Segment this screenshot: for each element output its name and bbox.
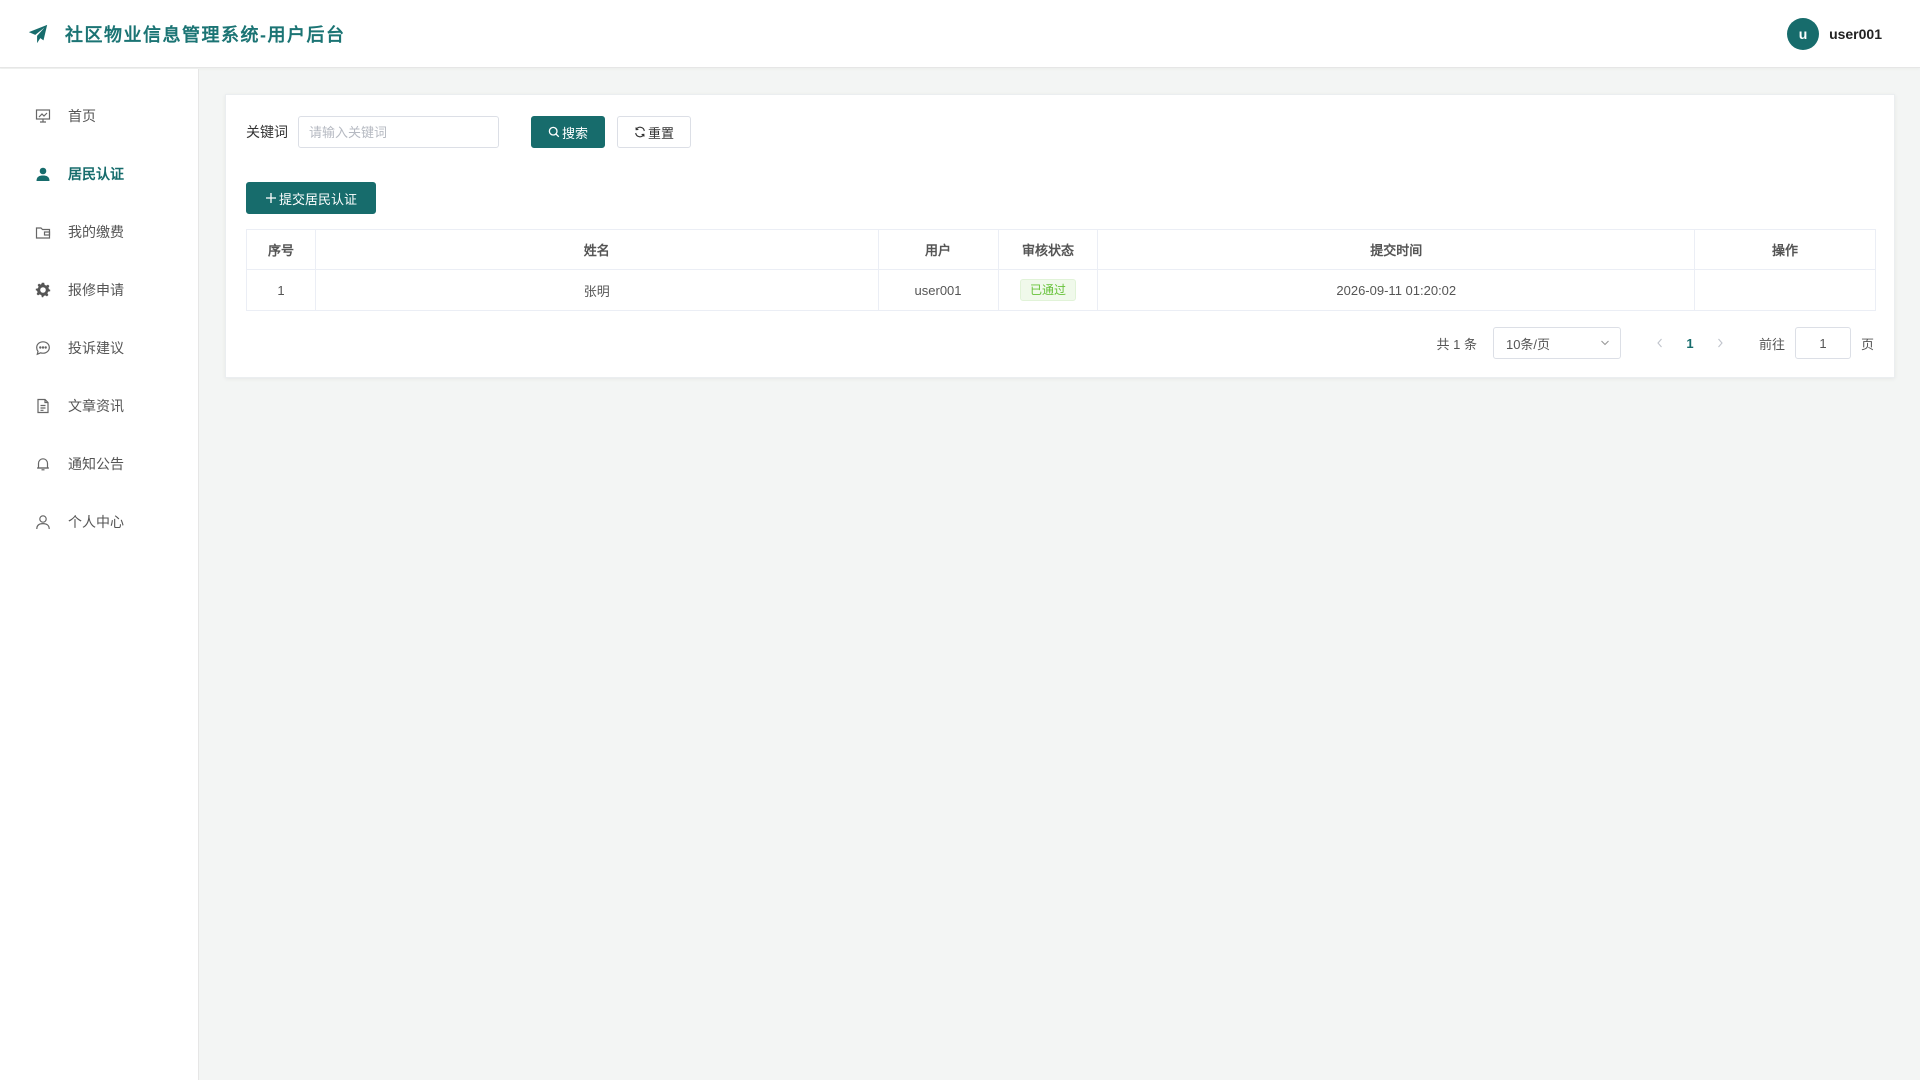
cell-user: user001 [877, 269, 999, 311]
page-number-current[interactable]: 1 [1673, 336, 1707, 351]
sidebar-item-label: 居民认证 [68, 166, 124, 182]
content-card: 关键词 搜索 重置 提交居民认证 [225, 94, 1895, 378]
gear-icon [34, 281, 52, 299]
column-header-status: 审核状态 [997, 229, 1099, 270]
next-page-button[interactable] [1707, 338, 1733, 348]
sidebar-item-complaints[interactable]: 投诉建议 [0, 319, 198, 377]
sidebar-item-label: 我的缴费 [68, 224, 124, 240]
cell-status: 已通过 [997, 269, 1099, 311]
search-label: 关键词 [246, 124, 288, 140]
sidebar-item-label: 通知公告 [68, 456, 124, 472]
sidebar-item-home[interactable]: 首页 [0, 87, 198, 145]
bell-icon [34, 455, 52, 473]
username[interactable]: user001 [1829, 26, 1882, 42]
user-filled-icon [34, 165, 52, 183]
sidebar-item-label: 投诉建议 [68, 340, 124, 356]
sidebar-item-personal-center[interactable]: 个人中心 [0, 493, 198, 551]
column-header-submitted-at: 提交时间 [1097, 229, 1696, 270]
sidebar-item-repair-request[interactable]: 报修申请 [0, 261, 198, 319]
top-header: 社区物业信息管理系统-用户后台 u user001 [0, 0, 1920, 68]
search-input[interactable] [298, 116, 499, 148]
table-header-row: 序号 姓名 用户 审核状态 提交时间 操作 [246, 229, 1876, 270]
chevron-down-icon [1600, 336, 1610, 351]
jump-suffix: 页 [1860, 336, 1874, 352]
document-icon [34, 397, 52, 415]
prev-page-button[interactable] [1647, 338, 1673, 348]
jump-label: 前往 [1758, 336, 1785, 352]
cell-name: 张明 [314, 269, 879, 311]
search-bar: 关键词 搜索 重置 [246, 116, 691, 148]
search-icon [548, 126, 560, 138]
sidebar: 首页 居民认证 我的缴费 报修申请 投诉建议 文章资讯 通知公告 个人中心 [0, 69, 199, 1080]
sidebar-item-articles[interactable]: 文章资讯 [0, 377, 198, 435]
sidebar-item-label: 文章资讯 [68, 398, 124, 414]
column-header-index: 序号 [246, 229, 316, 270]
page-size-select[interactable]: 10条/页 [1492, 327, 1621, 359]
avatar[interactable]: u [1787, 17, 1820, 50]
reset-button-label: 重置 [647, 125, 674, 141]
column-header-user: 用户 [877, 229, 999, 270]
status-badge: 已通过 [1019, 279, 1076, 301]
verification-table: 序号 姓名 用户 审核状态 提交时间 操作 1 张明 user001 已通过 2… [246, 229, 1876, 311]
user-menu[interactable]: u user001 [1787, 17, 1882, 50]
cell-actions [1694, 269, 1876, 311]
sidebar-item-label: 个人中心 [68, 514, 124, 530]
plus-icon [265, 192, 277, 204]
table-row[interactable]: 1 张明 user001 已通过 2026-09-11 01:20:02 [246, 269, 1876, 311]
cell-index: 1 [246, 269, 316, 311]
cell-submitted-at: 2026-09-11 01:20:02 [1097, 269, 1696, 311]
column-header-name: 姓名 [314, 229, 879, 270]
user-outline-icon [34, 513, 52, 531]
page-size-value: 10条/页 [1505, 336, 1551, 352]
search-button-label: 搜索 [561, 125, 588, 141]
column-header-actions: 操作 [1694, 229, 1876, 270]
sidebar-item-label: 首页 [68, 108, 96, 124]
chat-bubble-icon [34, 339, 52, 357]
sidebar-item-label: 报修申请 [68, 282, 124, 298]
search-button[interactable]: 搜索 [531, 116, 605, 148]
submit-verification-label: 提交居民认证 [278, 191, 357, 207]
reset-button[interactable]: 重置 [617, 116, 691, 148]
refresh-icon [634, 126, 646, 138]
app-title: 社区物业信息管理系统-用户后台 [65, 24, 346, 45]
pagination: 共 1 条 10条/页 1 前往 页 [1436, 326, 1874, 360]
sidebar-item-resident-verification[interactable]: 居民认证 [0, 145, 198, 203]
sidebar-item-notices[interactable]: 通知公告 [0, 435, 198, 493]
jump-page-input[interactable] [1794, 327, 1851, 359]
presentation-board-icon [34, 107, 52, 125]
sidebar-item-my-payments[interactable]: 我的缴费 [0, 203, 198, 261]
paper-plane-icon [26, 22, 50, 46]
submit-verification-button[interactable]: 提交居民认证 [246, 182, 376, 214]
pagination-total: 共 1 条 [1436, 336, 1477, 352]
wallet-icon [34, 223, 52, 241]
